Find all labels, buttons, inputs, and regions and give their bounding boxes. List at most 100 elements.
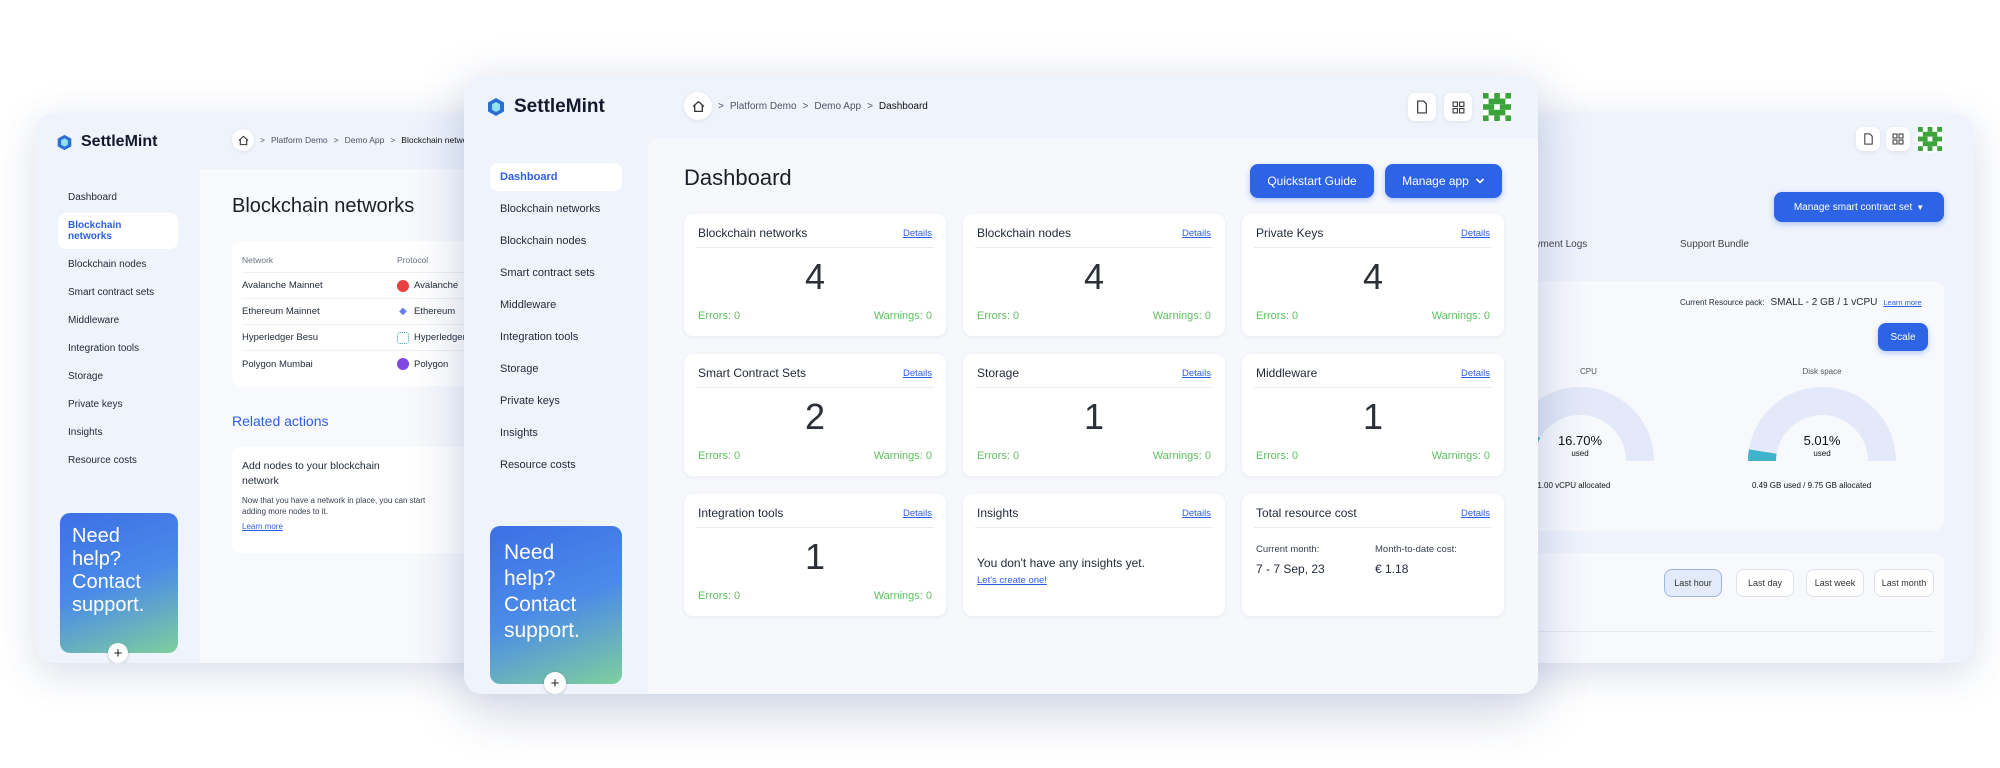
help-card[interactable]: Need help? Contact support. bbox=[60, 513, 178, 653]
sidebar-item-storage[interactable]: Storage bbox=[490, 355, 622, 383]
filter-last-week[interactable]: Last week bbox=[1806, 569, 1864, 597]
sidebar-item-blockchain-networks[interactable]: Blockchain networks bbox=[58, 213, 178, 249]
scale-button[interactable]: Scale bbox=[1878, 323, 1928, 351]
sidebar-item-smart-contract-sets[interactable]: Smart contract sets bbox=[490, 259, 622, 287]
breadcrumb-item[interactable]: Platform Demo bbox=[730, 101, 797, 112]
details-link[interactable]: Details bbox=[1461, 228, 1490, 239]
card-total-resource-cost: Total resource cost Details Current mont… bbox=[1242, 494, 1504, 616]
sidebar-item-insights[interactable]: Insights bbox=[490, 419, 622, 447]
card-divider bbox=[696, 387, 934, 388]
add-button[interactable]: + bbox=[108, 643, 128, 663]
tab-deployment-logs[interactable]: oyment Logs bbox=[1530, 239, 1587, 250]
disk-gauge-caption: 0.49 GB used / 9.75 GB allocated bbox=[1752, 481, 1872, 490]
sidebar-item-blockchain-nodes[interactable]: Blockchain nodes bbox=[490, 227, 622, 255]
apps-grid-button[interactable] bbox=[1886, 127, 1910, 151]
details-link[interactable]: Details bbox=[1461, 368, 1490, 379]
month-to-date-value: € 1.18 bbox=[1375, 562, 1409, 576]
apps-grid-button[interactable] bbox=[1444, 93, 1472, 121]
quickstart-guide-button[interactable]: Quickstart Guide bbox=[1250, 164, 1374, 198]
warnings-count: Warnings: 0 bbox=[873, 590, 932, 602]
table-row[interactable]: Ethereum Mainnet ◆ Ethereum bbox=[242, 299, 496, 325]
sidebar-item-middleware[interactable]: Middleware bbox=[490, 291, 622, 319]
table-row[interactable]: Hyperledger Besu Hyperledger bbox=[242, 325, 496, 351]
avatar-icon bbox=[1918, 127, 1942, 151]
sidebar-item-private-keys[interactable]: Private keys bbox=[58, 392, 178, 417]
details-link[interactable]: Details bbox=[1461, 508, 1490, 519]
main-logo[interactable]: SettleMint bbox=[486, 96, 605, 118]
page-title: Dashboard bbox=[684, 165, 792, 190]
warnings-count: Warnings: 0 bbox=[1152, 450, 1211, 462]
divider bbox=[1510, 631, 1934, 632]
learn-more-link[interactable]: Learn more bbox=[242, 522, 496, 531]
tab-support-bundle[interactable]: Support Bundle bbox=[1680, 239, 1749, 250]
grid-icon bbox=[1452, 101, 1464, 113]
card-count: 4 bbox=[804, 256, 826, 297]
filter-last-hour[interactable]: Last hour bbox=[1664, 569, 1722, 597]
related-action-title: Add nodes to your blockchain network bbox=[242, 460, 380, 487]
card-storage: Storage Details 1 Errors: 0 Warnings: 0 bbox=[963, 354, 1225, 476]
card-count: 1 bbox=[1083, 396, 1105, 437]
sidebar-item-resource-costs[interactable]: Resource costs bbox=[58, 448, 178, 473]
network-name: Polygon Mumbai bbox=[242, 358, 313, 370]
left-logo[interactable]: SettleMint bbox=[56, 133, 157, 151]
sidebar-item-integration-tools[interactable]: Integration tools bbox=[490, 323, 622, 351]
details-link[interactable]: Details bbox=[903, 228, 932, 239]
sidebar-item-blockchain-nodes[interactable]: Blockchain nodes bbox=[58, 252, 178, 277]
card-title: Blockchain networks bbox=[698, 226, 808, 240]
manage-app-button[interactable]: Manage app bbox=[1385, 164, 1502, 198]
filter-last-day[interactable]: Last day bbox=[1736, 569, 1794, 597]
help-card[interactable]: Need help? Contact support. bbox=[490, 526, 622, 684]
errors-count: Errors: 0 bbox=[977, 450, 1020, 462]
sidebar-item-storage[interactable]: Storage bbox=[58, 364, 178, 389]
details-link[interactable]: Details bbox=[903, 368, 932, 379]
table-row[interactable]: Avalanche Mainnet Avalanche bbox=[242, 273, 496, 299]
sidebar-item-private-keys[interactable]: Private keys bbox=[490, 387, 622, 415]
breadcrumb-item[interactable]: Dashboard bbox=[879, 101, 928, 112]
card-insights: Insights Details You don't have any insi… bbox=[963, 494, 1225, 616]
sidebar-item-blockchain-networks[interactable]: Blockchain networks bbox=[490, 195, 622, 223]
sidebar-item-insights[interactable]: Insights bbox=[58, 420, 178, 445]
breadcrumb-item[interactable]: Demo App bbox=[345, 135, 385, 145]
resources-panel: Current Resource pack: SMALL - 2 GB / 1 … bbox=[1500, 281, 1944, 531]
document-button[interactable] bbox=[1856, 127, 1880, 151]
resource-pack-label: Current Resource pack: bbox=[1680, 298, 1765, 307]
add-button[interactable]: + bbox=[544, 672, 566, 694]
breadcrumb-item[interactable]: Platform Demo bbox=[271, 135, 328, 145]
sidebar-item-dashboard[interactable]: Dashboard bbox=[490, 163, 622, 191]
related-action-card[interactable]: Add nodes to your blockchain network Now… bbox=[232, 447, 496, 553]
document-button[interactable] bbox=[1408, 93, 1436, 121]
sidebar-item-resource-costs[interactable]: Resource costs bbox=[490, 451, 622, 479]
related-actions-title: Related actions bbox=[232, 413, 329, 429]
left-breadcrumb: > Platform Demo > Demo App > Blockchain net… bbox=[232, 129, 479, 151]
details-link[interactable]: Details bbox=[1182, 508, 1211, 519]
card-title: Smart Contract Sets bbox=[698, 366, 807, 380]
details-link[interactable]: Details bbox=[1182, 228, 1211, 239]
table-row[interactable]: Polygon Mumbai Polygon bbox=[242, 351, 496, 377]
home-icon bbox=[692, 100, 704, 112]
sidebar-item-middleware[interactable]: Middleware bbox=[58, 308, 178, 333]
breadcrumb-item[interactable]: Demo App bbox=[814, 101, 861, 112]
manage-smart-contract-set-button[interactable]: Manage smart contract set ▼ bbox=[1774, 192, 1944, 222]
learn-more-link[interactable]: Learn more bbox=[1883, 298, 1921, 307]
chevron-down-icon bbox=[1475, 178, 1484, 184]
details-link[interactable]: Details bbox=[1182, 368, 1211, 379]
avatar[interactable] bbox=[1482, 92, 1512, 122]
card-divider bbox=[975, 527, 1213, 528]
filter-last-month[interactable]: Last month bbox=[1874, 569, 1934, 597]
sidebar-item-integration-tools[interactable]: Integration tools bbox=[58, 336, 178, 361]
create-insight-link[interactable]: Let's create one! bbox=[977, 575, 1047, 586]
home-button[interactable] bbox=[684, 92, 712, 120]
hyperledger-icon bbox=[397, 331, 409, 344]
details-link[interactable]: Details bbox=[903, 508, 932, 519]
cpu-gauge-value: 16.70% bbox=[1557, 433, 1603, 448]
protocol-name: Avalanche bbox=[414, 280, 459, 291]
home-button[interactable] bbox=[232, 129, 254, 151]
sidebar-item-smart-contract-sets[interactable]: Smart contract sets bbox=[58, 280, 178, 305]
resource-pack-value: SMALL - 2 GB / 1 vCPU bbox=[1770, 297, 1878, 308]
sidebar-item-dashboard[interactable]: Dashboard bbox=[58, 185, 178, 210]
card-integration-tools: Integration tools Details 1 Errors: 0 Wa… bbox=[684, 494, 946, 616]
column-header-protocol: Protocol bbox=[397, 254, 429, 265]
card-title: Middleware bbox=[1256, 366, 1318, 380]
card-divider bbox=[1254, 387, 1492, 388]
avatar[interactable] bbox=[1916, 125, 1944, 153]
